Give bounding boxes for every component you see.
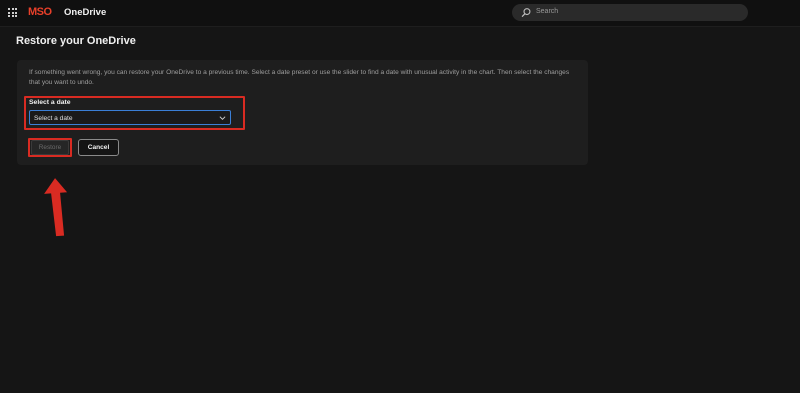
cancel-button[interactable]: Cancel [78,139,119,156]
chevron-down-icon [219,116,226,120]
restore-button[interactable]: Restore [31,140,69,155]
top-bar: MSO OneDrive Search [0,0,800,27]
app-title[interactable]: OneDrive [64,7,106,18]
search-placeholder: Search [536,7,559,15]
date-select-label: Select a date [29,99,71,106]
date-select-dropdown[interactable]: Select a date [29,110,231,125]
page-title: Restore your OneDrive [16,35,136,47]
search-box[interactable]: Search [512,4,748,21]
search-icon [521,8,531,17]
date-select-value: Select a date [34,114,73,122]
red-arrow-icon [44,178,68,237]
brand-logo[interactable]: MSO [28,6,52,19]
app-launcher-icon[interactable] [8,8,17,17]
restore-description: If something went wrong, you can restore… [29,69,570,86]
